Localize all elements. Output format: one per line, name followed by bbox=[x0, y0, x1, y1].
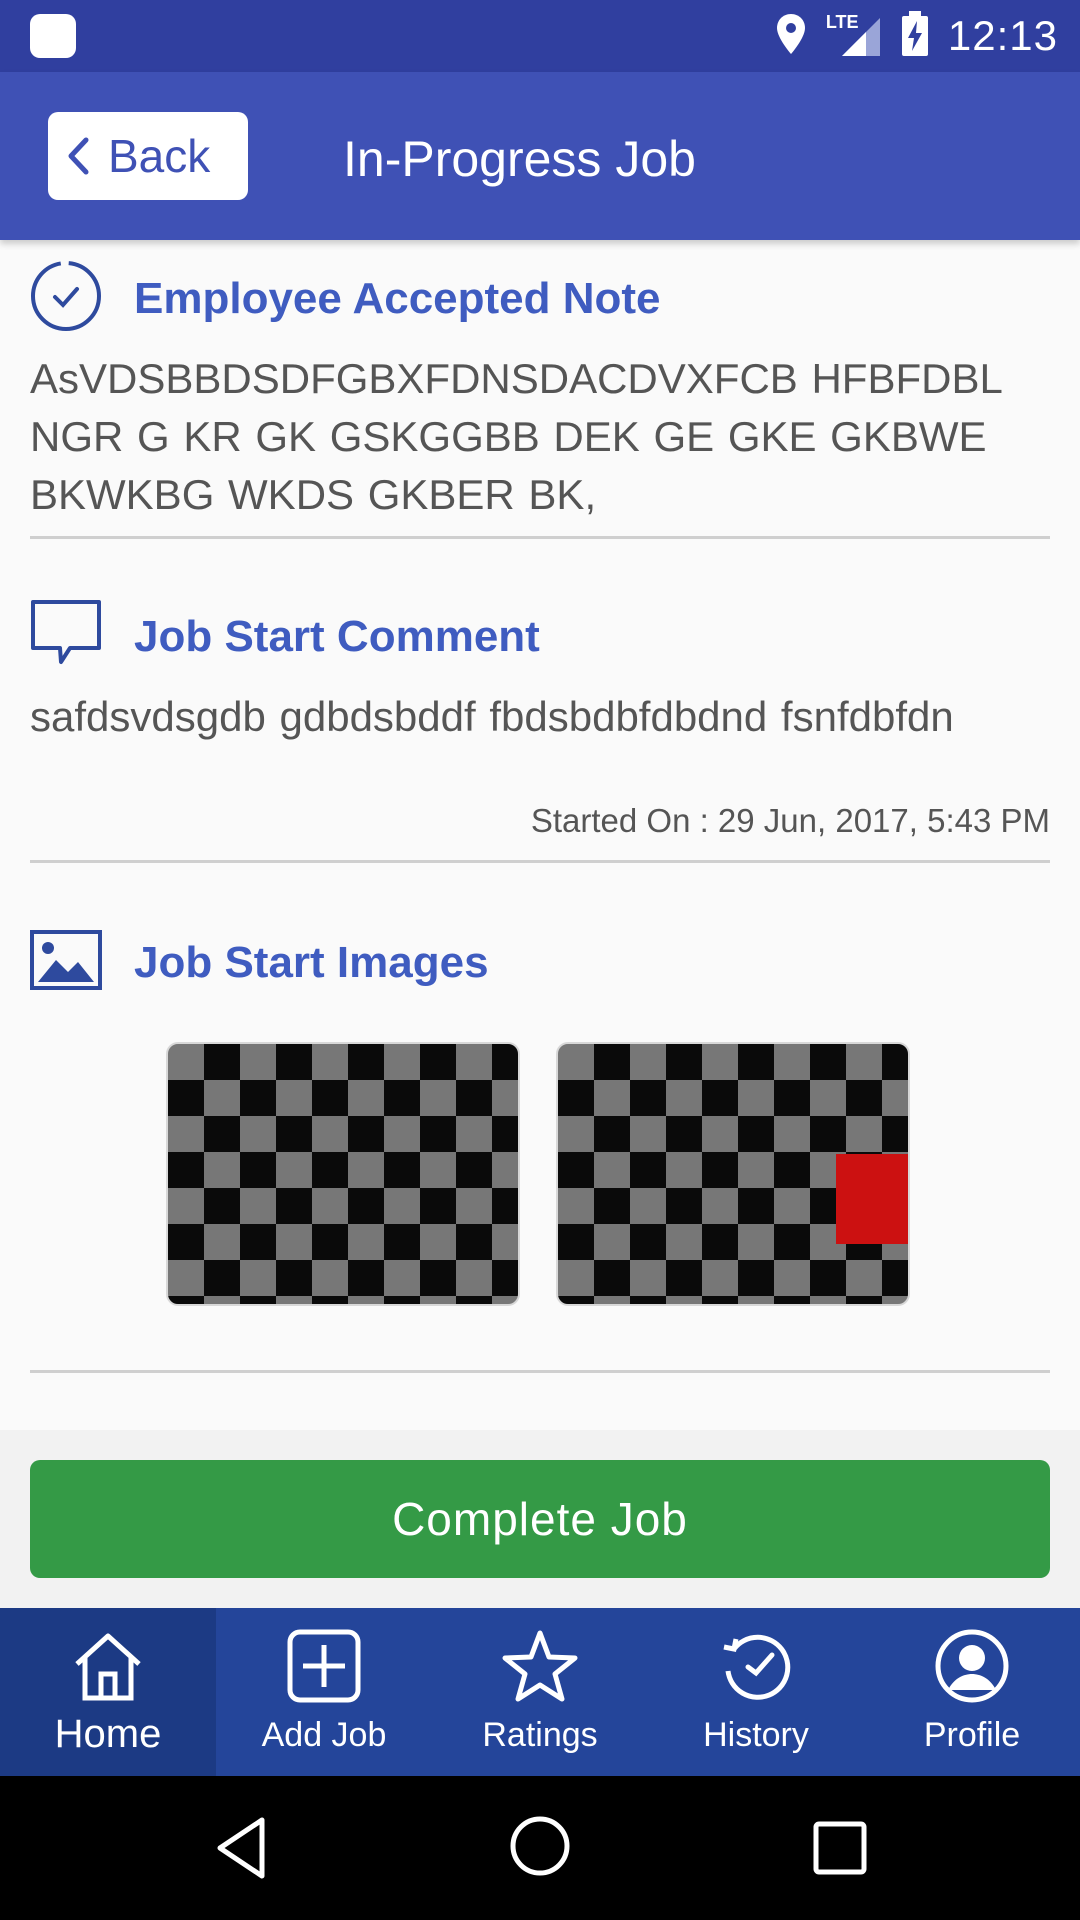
nav-label: Profile bbox=[923, 1716, 1021, 1754]
history-icon bbox=[718, 1626, 794, 1706]
clock: 12:13 bbox=[947, 12, 1058, 59]
action-area: Complete Job bbox=[0, 1430, 1080, 1608]
started-on-timestamp: Started On : 29 Jun, 2017, 5:43 PM bbox=[530, 802, 1050, 839]
check-circle-icon bbox=[30, 260, 102, 337]
bottom-navigation: Home Add Job Ratings History Profile bbox=[0, 1608, 1080, 1776]
recents-square-icon[interactable] bbox=[812, 1820, 868, 1881]
status-icons: LTE 12:13 bbox=[774, 0, 1058, 72]
complete-job-button[interactable]: Complete Job bbox=[30, 1460, 1050, 1578]
start-comment-text: safdsvdsgdb gdbdsbddf fbdsbdbfdbdnd fsnf… bbox=[30, 693, 954, 740]
app-bar: Back In-Progress Job bbox=[0, 72, 1080, 240]
notification-app-icon bbox=[30, 14, 76, 58]
divider bbox=[30, 1370, 1050, 1373]
nav-item-home[interactable]: Home bbox=[0, 1608, 216, 1776]
comment-icon bbox=[30, 598, 102, 675]
nav-label: History bbox=[703, 1716, 809, 1754]
back-button[interactable]: Back bbox=[48, 112, 248, 200]
nav-item-ratings[interactable]: Ratings bbox=[432, 1608, 648, 1776]
nav-label: Ratings bbox=[482, 1716, 598, 1754]
system-navigation-bar bbox=[0, 1776, 1080, 1920]
back-triangle-icon[interactable] bbox=[214, 1816, 268, 1885]
start-images-title: Job Start Images bbox=[134, 937, 489, 987]
nav-item-profile[interactable]: Profile bbox=[864, 1608, 1080, 1776]
divider bbox=[30, 860, 1050, 863]
job-details: Employee Accepted Note AsVDSBBDSDFGBXFDN… bbox=[0, 240, 1080, 1430]
back-label: Back bbox=[108, 130, 211, 182]
nav-label: Add Job bbox=[261, 1716, 387, 1754]
lte-signal-icon: LTE bbox=[826, 12, 882, 58]
accepted-note-text: AsVDSBBDSDFGBXFDNSDACDVXFCB HFBFDBL NGR … bbox=[30, 355, 1002, 518]
nav-label: Home bbox=[54, 1712, 162, 1756]
image-content bbox=[836, 1154, 908, 1244]
chevron-left-icon bbox=[68, 137, 89, 175]
start-comment-header: Job Start Comment bbox=[30, 598, 540, 675]
star-icon bbox=[502, 1626, 578, 1706]
job-start-image-thumbnail[interactable] bbox=[556, 1042, 910, 1306]
status-bar: LTE 12:13 bbox=[0, 0, 1080, 72]
nav-item-history[interactable]: History bbox=[648, 1608, 864, 1776]
nav-item-add-job[interactable]: Add Job bbox=[216, 1608, 432, 1776]
page-title: In-Progress Job bbox=[343, 131, 696, 187]
home-icon bbox=[71, 1626, 145, 1706]
start-images-header: Job Start Images bbox=[30, 930, 489, 995]
add-job-icon bbox=[287, 1626, 361, 1706]
divider bbox=[30, 536, 1050, 539]
location-icon bbox=[774, 12, 808, 61]
start-comment-title: Job Start Comment bbox=[134, 611, 540, 661]
image-icon bbox=[30, 930, 102, 995]
home-circle-icon[interactable] bbox=[508, 1814, 572, 1883]
battery-charging-icon bbox=[900, 10, 930, 62]
job-start-image-thumbnail[interactable] bbox=[166, 1042, 520, 1306]
accepted-note-title: Employee Accepted Note bbox=[134, 273, 661, 323]
profile-icon bbox=[934, 1626, 1010, 1706]
accepted-note-header: Employee Accepted Note bbox=[30, 260, 661, 337]
